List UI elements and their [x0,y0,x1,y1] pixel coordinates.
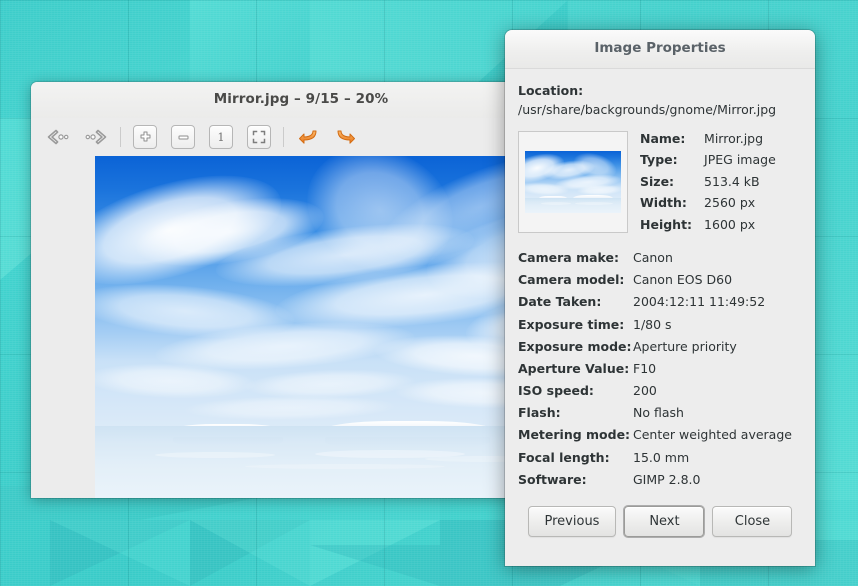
rotate-counterclockwise-button[interactable] [293,124,323,150]
exif-value: Canon EOS D60 [633,272,733,288]
exif-value: 15.0 mm [633,449,690,465]
basic-key: Name: [640,131,686,146]
viewer-titlebar[interactable]: Mirror.jpg – 9/15 – 20% [31,82,571,118]
zoom-in-icon [133,125,157,149]
toolbar-separator-2 [283,127,284,147]
double-chevron-right-icon [85,129,107,145]
photo-sky [95,156,571,427]
table-row: Flash: No flash [518,405,792,427]
exif-value: Canon [633,249,673,265]
exif-key: Exposure mode: [518,338,632,354]
table-row: Exposure mode: Aperture priority [518,339,792,361]
table-row: Exposure time: 1/80 s [518,317,792,339]
exif-value: Aperture priority [633,338,737,354]
basic-info-row: Name: Mirror.jpg Type: JPEG image Size: … [518,131,802,238]
exif-key: Exposure time: [518,316,625,332]
table-row: Height: 1600 px [640,217,776,238]
thumbnail-image [525,151,621,213]
table-row: Camera make: Canon [518,250,792,272]
normal-size-glyph: 1 [217,130,225,144]
table-row: Type: JPEG image [640,152,776,173]
exif-key: ISO speed: [518,383,594,399]
basic-properties-table: Name: Mirror.jpg Type: JPEG image Size: … [640,131,776,238]
table-row: Metering mode: Center weighted average [518,427,792,449]
close-button[interactable]: Close [712,506,793,537]
zoom-out-button[interactable] [168,124,198,150]
previous-image-button[interactable] [43,124,73,150]
basic-value: 2560 px [704,195,756,211]
zoom-out-icon [171,125,195,149]
exif-value: 200 [633,383,657,399]
image-properties-dialog: Image Properties Location: /usr/share/ba… [505,30,815,566]
next-image-button[interactable] [81,124,111,150]
displayed-image[interactable] [95,156,571,498]
exif-key: Camera model: [518,272,625,288]
viewer-toolbar: 1 [31,118,571,156]
basic-value: Mirror.jpg [704,131,764,146]
double-chevron-left-icon [47,129,69,145]
basic-key: Width: [640,195,687,211]
image-viewer-window: Mirror.jpg – 9/15 – 20% 1 [31,82,571,498]
table-row: Size: 513.4 kB [640,174,776,195]
table-row: Date Taken: 2004:12:11 11:49:52 [518,294,792,316]
viewer-title: Mirror.jpg – 9/15 – 20% [213,91,389,107]
exif-value: GIMP 2.8.0 [633,471,701,487]
best-fit-button[interactable] [244,124,274,150]
image-canvas[interactable] [31,156,571,498]
exif-properties-table: Camera make: Canon Camera model: Canon E… [518,250,792,494]
table-row: ISO speed: 200 [518,383,792,405]
next-button[interactable]: Next [624,506,705,537]
table-row: Name: Mirror.jpg [640,131,776,152]
basic-key: Size: [640,173,675,189]
exif-key: Aperture Value: [518,360,630,376]
exif-value: Center weighted average [633,427,792,443]
dialog-action-bar: Previous Next Close [505,506,815,537]
best-fit-icon [247,125,271,149]
normal-size-button[interactable]: 1 [206,124,236,150]
rotate-clockwise-icon [337,130,355,144]
basic-value: JPEG image [704,152,776,168]
table-row: Software: GIMP 2.8.0 [518,472,792,494]
exif-key: Date Taken: [518,294,602,310]
basic-value: 1600 px [704,216,756,232]
dialog-title: Image Properties [594,40,726,56]
location-label: Location: [518,83,584,98]
normal-size-icon: 1 [209,125,233,149]
rotate-clockwise-button[interactable] [331,124,361,150]
exif-key: Focal length: [518,449,610,465]
dialog-titlebar[interactable]: Image Properties [505,30,815,69]
exif-value: F10 [633,360,657,376]
table-row: Focal length: 15.0 mm [518,450,792,472]
toolbar-separator-1 [120,127,121,147]
table-row: Width: 2560 px [640,195,776,216]
exif-key: Camera make: [518,249,619,265]
dialog-body: Location: /usr/share/backgrounds/gnome/M… [505,69,815,494]
exif-value: 1/80 s [633,316,672,332]
exif-value: No flash [633,405,684,421]
basic-value: 513.4 kB [704,173,760,189]
rotate-counterclockwise-icon [299,130,317,144]
zoom-in-button[interactable] [130,124,160,150]
basic-key: Type: [640,152,678,168]
exif-value: 2004:12:11 11:49:52 [633,294,766,310]
table-row: Camera model: Canon EOS D60 [518,272,792,294]
table-row: Aperture Value: F10 [518,361,792,383]
previous-button[interactable]: Previous [527,506,617,537]
basic-key: Height: [640,216,693,232]
thumbnail-frame [518,131,628,233]
exif-key: Flash: [518,405,561,421]
location-value: /usr/share/backgrounds/gnome/Mirror.jpg [518,102,777,117]
desktop: Mirror.jpg – 9/15 – 20% 1 Image Properti… [0,0,858,586]
exif-key: Software: [518,471,587,487]
exif-key: Metering mode: [518,427,631,443]
